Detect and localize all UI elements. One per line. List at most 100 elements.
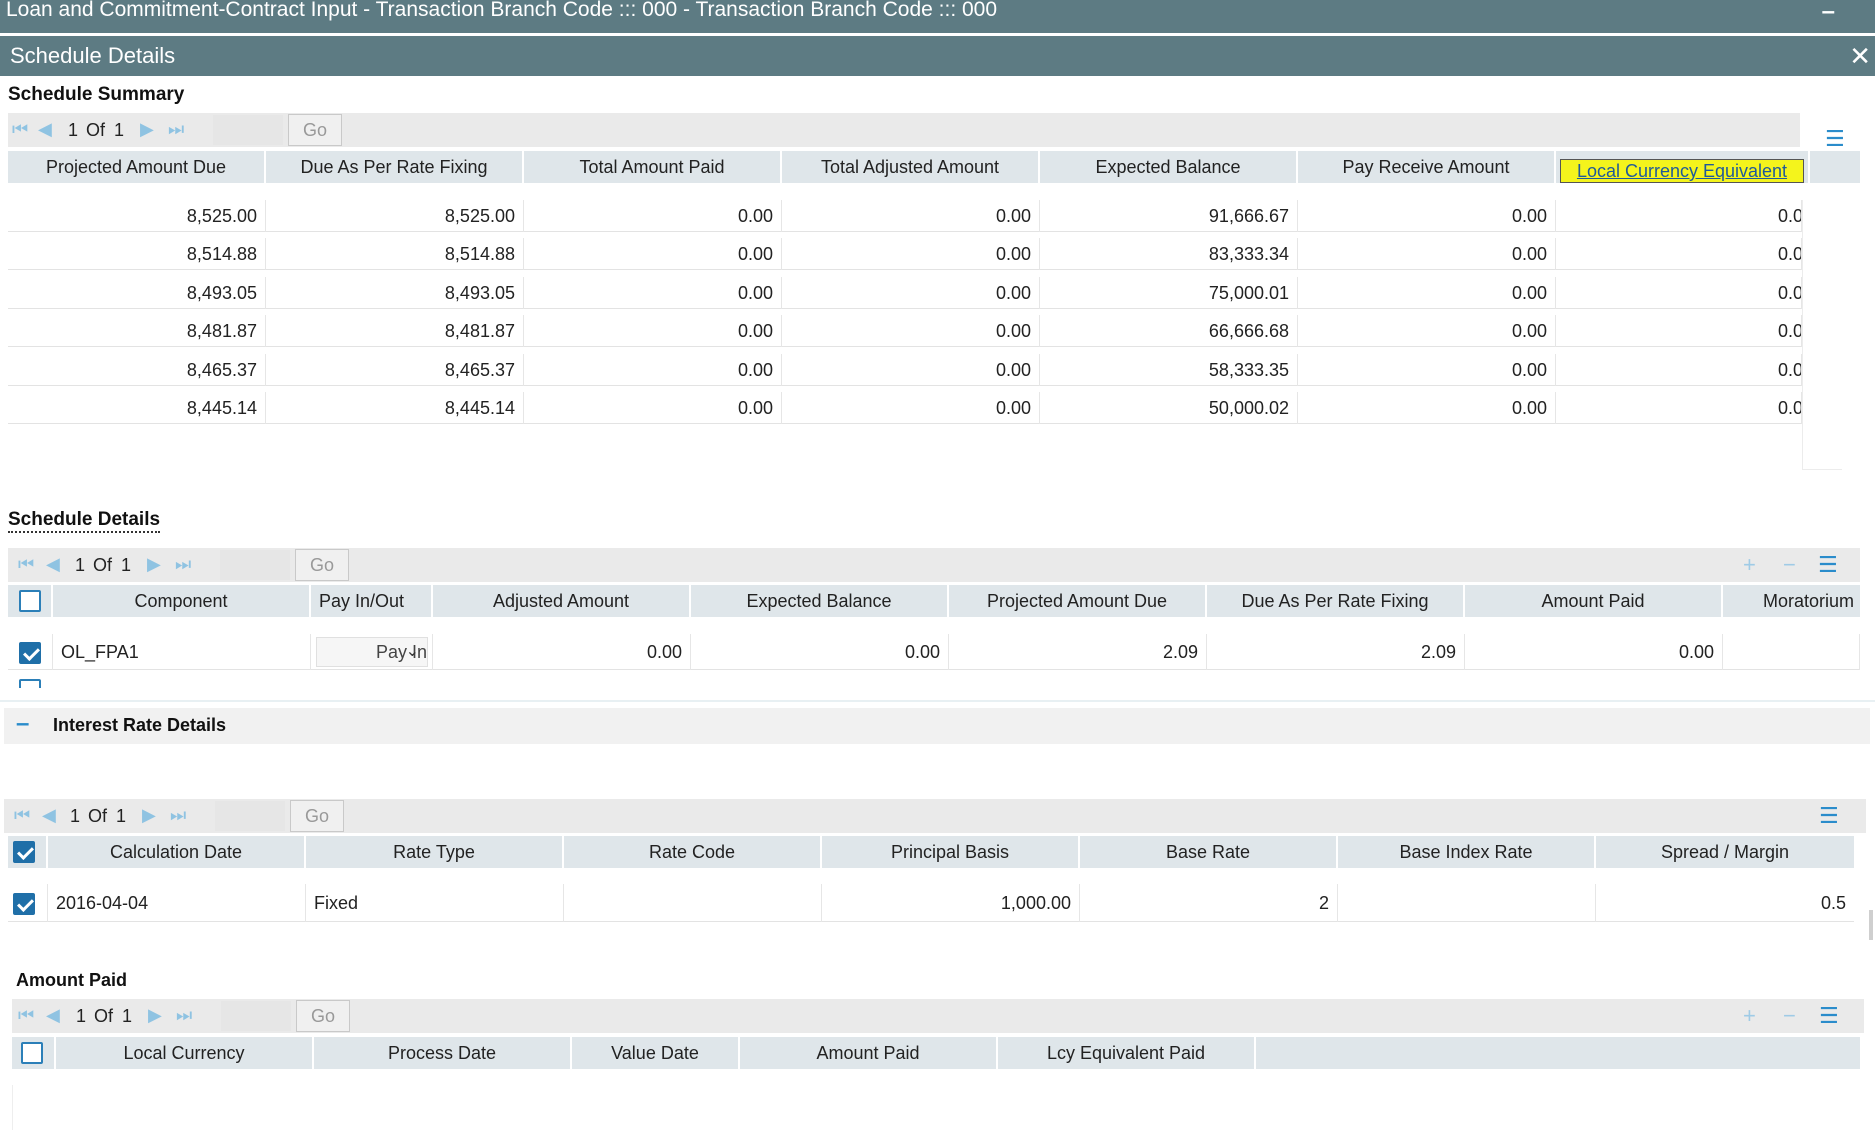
col-total-amount-paid[interactable]: Total Amount Paid [524,151,782,183]
col-calculation-date[interactable]: Calculation Date [48,836,306,868]
first-page-icon[interactable]: ⏮ [12,119,28,140]
col-moratorium[interactable]: Moratorium [1723,585,1860,617]
row-checkbox[interactable] [19,642,41,664]
col-rate-code[interactable]: Rate Code [564,836,822,868]
col-projected-amount-due[interactable]: Projected Amount Due [949,585,1207,617]
previous-page-icon[interactable]: ◀ [38,119,52,140]
col-pay-in-out[interactable]: Pay In/Out [311,585,433,617]
row-checkbox[interactable] [19,679,41,688]
table-row[interactable]: OL_FPA1 Pay In ⌄ 0.00 0.00 2.09 2.09 0.0… [8,634,1860,670]
previous-page-icon[interactable]: ◀ [46,1005,60,1026]
next-page-icon[interactable]: ▶ [148,1005,162,1026]
column-list-icon[interactable]: ☰ [1825,126,1845,152]
last-page-icon[interactable]: ⏭ [168,119,184,140]
interest-rate-section-header[interactable]: – Interest Rate Details [4,708,1870,744]
local-currency-equivalent-label[interactable]: Local Currency Equivalent [1560,159,1804,183]
last-page-icon[interactable]: ⏭ [170,805,186,826]
col-pay-receive-amount[interactable]: Pay Receive Amount [1298,151,1556,183]
minimize-icon[interactable]: – [1822,0,1835,24]
previous-page-icon[interactable]: ◀ [42,805,56,826]
col-expected-balance[interactable]: Expected Balance [1040,151,1298,183]
column-list-icon[interactable]: ☰ [1818,552,1838,578]
go-button[interactable]: Go [290,800,344,832]
add-row-icon[interactable]: + [1743,1003,1756,1029]
col-lcy-equivalent-paid[interactable]: Lcy Equivalent Paid [998,1037,1256,1069]
row-checkbox[interactable] [13,893,35,915]
next-page-icon[interactable]: ▶ [140,119,154,140]
close-icon[interactable]: ✕ [1849,36,1871,76]
page-number-input[interactable] [220,550,290,580]
col-component[interactable]: Component [53,585,311,617]
col-projected-amount-due[interactable]: Projected Amount Due [8,151,266,183]
total-adjusted-amount: 0.00 [782,277,1040,309]
go-button[interactable]: Go [288,114,342,146]
col-process-date[interactable]: Process Date [314,1037,572,1069]
col-base-index-rate[interactable]: Base Index Rate [1338,836,1596,868]
go-button[interactable]: Go [295,549,349,581]
page-number-input[interactable] [215,801,285,831]
select-all-checkbox[interactable] [13,841,35,863]
due-as-per-rate-fixing: 8,445.14 [266,392,524,424]
column-list-icon[interactable]: ☰ [1819,1003,1839,1029]
of-label: Of [93,555,113,575]
remove-row-icon[interactable]: − [1783,552,1796,578]
current-page: 1 [68,120,79,140]
col-local-currency[interactable]: Local Currency [56,1037,314,1069]
table-row[interactable] [8,672,1860,688]
col-adjusted-amount[interactable]: Adjusted Amount [433,585,691,617]
table-row[interactable]: 8,445.14 8,445.14 0.00 0.00 50,000.02 0.… [8,392,1802,424]
select-all-checkbox[interactable] [19,590,41,612]
pay-receive-amount: 0.00 [1298,277,1556,309]
expected-balance: 66,666.68 [1040,315,1298,347]
moratorium [1723,634,1860,670]
go-button[interactable]: Go [296,1000,350,1032]
col-amount-paid[interactable]: Amount Paid [1465,585,1723,617]
col-expected-balance[interactable]: Expected Balance [691,585,949,617]
add-row-icon[interactable]: + [1743,552,1756,578]
total-pages: 1 [114,120,125,140]
collapse-icon[interactable]: – [16,710,29,738]
pay-in-out-select[interactable]: Pay In ⌄ [316,637,428,667]
previous-page-icon[interactable]: ◀ [46,554,60,575]
table-row[interactable]: 2016-04-04 Fixed 1,000.00 2 0.5 [8,884,1854,922]
select-all-checkbox[interactable] [21,1042,43,1064]
col-due-as-per-rate-fixing[interactable]: Due As Per Rate Fixing [266,151,524,183]
col-principal-basis[interactable]: Principal Basis [822,836,1080,868]
first-page-icon[interactable]: ⏮ [18,1005,34,1026]
table-row[interactable]: 8,525.00 8,525.00 0.00 0.00 91,666.67 0.… [8,200,1802,232]
scrollbar-thumb[interactable] [1869,910,1873,940]
table-row[interactable]: 8,493.05 8,493.05 0.00 0.00 75,000.01 0.… [8,277,1802,309]
rate-type: Fixed [306,884,564,922]
next-page-icon[interactable]: ▶ [142,805,156,826]
amount-paid-header: Local Currency Process Date Value Date A… [12,1037,1860,1069]
amount-paid-title: Amount Paid [16,970,127,990]
next-page-icon[interactable]: ▶ [147,554,161,575]
table-row[interactable]: 8,481.87 8,481.87 0.00 0.00 66,666.68 0.… [8,315,1802,347]
current-page: 1 [70,806,81,826]
page-number-input[interactable] [221,1001,291,1031]
amount-paid-body [12,1085,1860,1130]
last-page-icon[interactable]: ⏭ [175,554,191,575]
col-rate-type[interactable]: Rate Type [306,836,564,868]
table-row[interactable]: 8,514.88 8,514.88 0.00 0.00 83,333.34 0.… [8,238,1802,270]
col-due-as-per-rate-fixing[interactable]: Due As Per Rate Fixing [1207,585,1465,617]
table-row[interactable]: 8,465.37 8,465.37 0.00 0.00 58,333.35 0.… [8,354,1802,386]
current-page: 1 [75,555,86,575]
col-local-currency-equivalent[interactable]: Local Currency Equivalent [1556,151,1810,183]
first-page-icon[interactable]: ⏮ [14,805,30,826]
col-total-adjusted-amount[interactable]: Total Adjusted Amount [782,151,1040,183]
remove-row-icon[interactable]: − [1783,1003,1796,1029]
amount-paid-pager: ⏮ ◀ 1 Of 1 ▶ ⏭ Go + − ☰ [12,999,1864,1033]
vertical-scrollbar[interactable] [1802,200,1842,470]
col-spread-margin[interactable]: Spread / Margin [1596,836,1854,868]
col-amount-paid[interactable]: Amount Paid [740,1037,998,1069]
projected-amount-due: 8,445.14 [8,392,266,424]
total-pages: 1 [121,555,132,575]
page-number-input[interactable] [213,115,283,145]
col-base-rate[interactable]: Base Rate [1080,836,1338,868]
first-page-icon[interactable]: ⏮ [18,554,34,575]
base-rate: 2 [1080,884,1338,922]
col-value-date[interactable]: Value Date [572,1037,740,1069]
column-list-icon[interactable]: ☰ [1819,803,1839,829]
last-page-icon[interactable]: ⏭ [176,1005,192,1026]
